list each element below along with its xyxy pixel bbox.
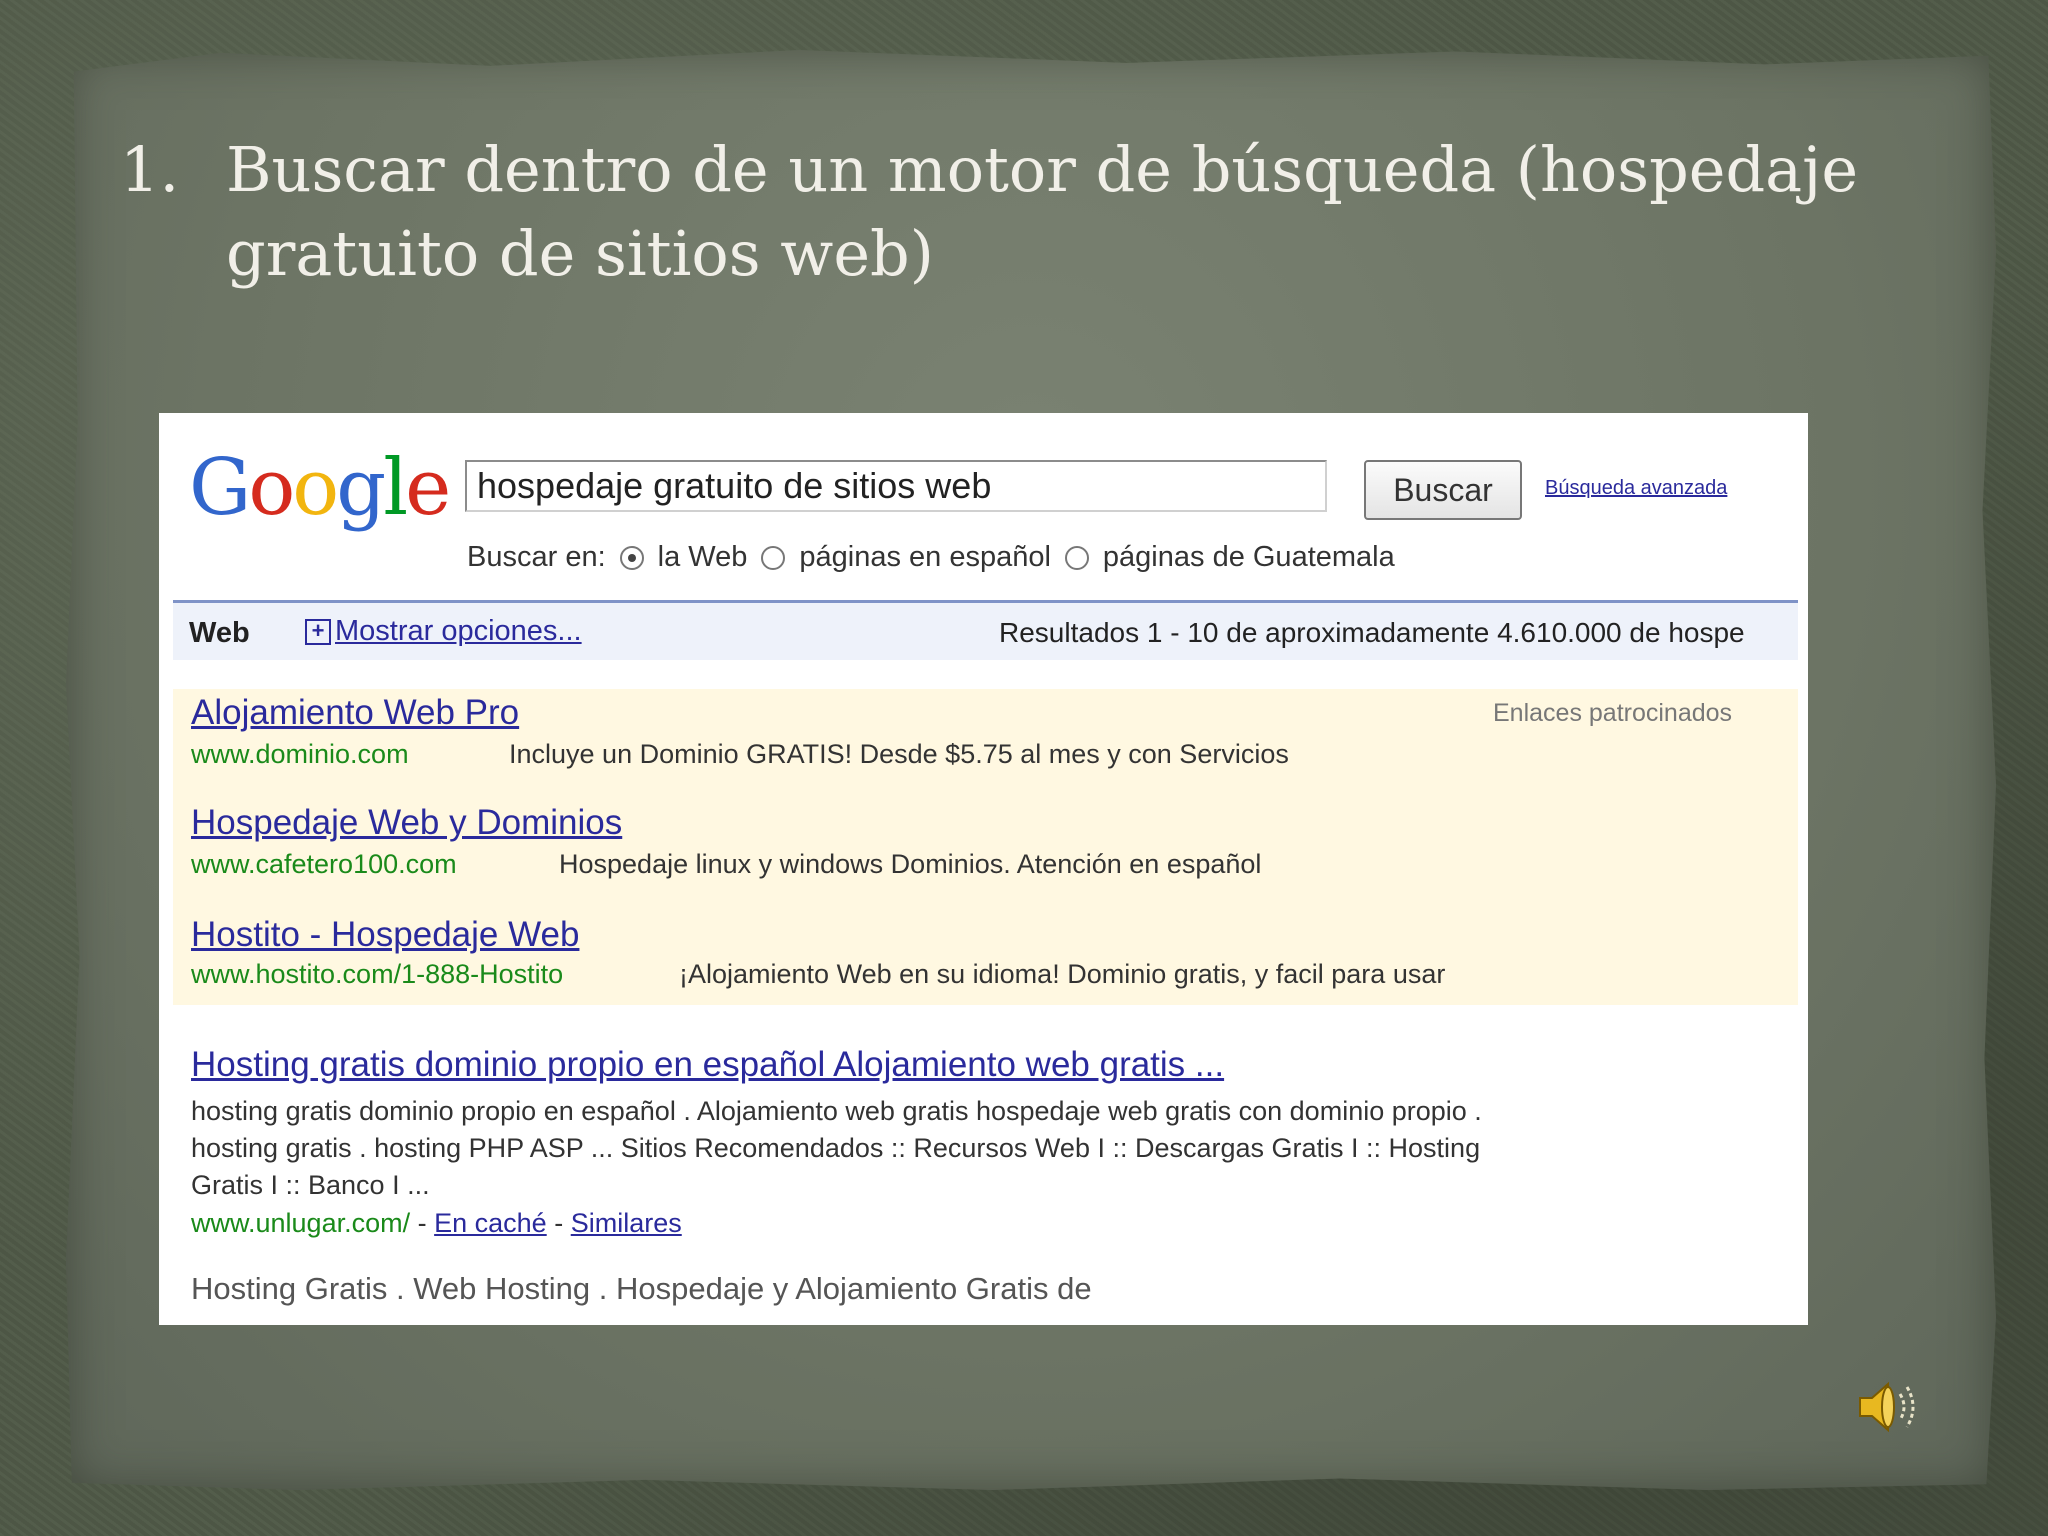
search-scope: Buscar en: la Web páginas en español pág… — [467, 541, 1395, 574]
results-stats: Resultados 1 - 10 de aproximadamente 4.6… — [999, 617, 1745, 648]
logo-letter: G — [189, 443, 251, 533]
radio-guatemala-pages[interactable] — [1064, 545, 1089, 570]
organic-result-url: www.unlugar.com/ — [191, 1208, 411, 1238]
ad-url: www.hostito.com/1-888-Hostito — [191, 959, 564, 989]
logo-letter: l — [383, 443, 408, 533]
tab-web[interactable]: Web — [189, 617, 250, 650]
radio-web-label: la Web — [657, 541, 748, 573]
search-scope-label: Buscar en: — [467, 541, 606, 573]
similar-link[interactable]: Similares — [571, 1208, 682, 1238]
organic-result-title[interactable]: Hosting Gratis . Web Hosting . Hospedaje… — [191, 1271, 1092, 1307]
google-logo: Google — [189, 448, 451, 528]
ad-title[interactable]: Alojamiento Web Pro — [191, 693, 519, 733]
slide-title: 1. Buscar dentro de un motor de búsqueda… — [120, 128, 1940, 296]
slide-title-number: 1. — [120, 133, 180, 206]
cached-link[interactable]: En caché — [434, 1208, 547, 1238]
show-options-label: Mostrar opciones... — [335, 615, 582, 647]
radio-guatemala-pages-label: páginas de Guatemala — [1102, 541, 1395, 573]
search-button[interactable]: Buscar — [1364, 460, 1522, 520]
results-bar: Web + Mostrar opciones... Resultados 1 - … — [173, 600, 1798, 660]
show-options-link[interactable]: + Mostrar opciones... — [305, 615, 582, 648]
ad-title[interactable]: Hostito - Hospedaje Web — [191, 915, 579, 955]
speaker-icon[interactable] — [1852, 1372, 1922, 1442]
ad-description: Incluye un Dominio GRATIS! Desde $5.75 a… — [509, 739, 1289, 769]
meta-separator: - — [417, 1208, 435, 1238]
meta-separator: - — [554, 1208, 571, 1238]
radio-web[interactable] — [619, 545, 644, 570]
advanced-search-link[interactable]: Búsqueda avanzada — [1545, 477, 1727, 500]
logo-letter: o — [292, 443, 339, 533]
organic-result-meta: www.unlugar.com/ - En caché - Similares — [191, 1205, 1511, 1242]
radio-spanish-pages[interactable] — [761, 545, 786, 570]
google-search-screenshot: Google Buscar Búsqueda avanzada Buscar e… — [159, 413, 1808, 1325]
ad-description: ¡Alojamiento Web en su idioma! Dominio g… — [679, 959, 1446, 989]
slide-title-text: Buscar dentro de un motor de búsqueda (h… — [226, 133, 1859, 290]
ad-description: Hospedaje linux y windows Dominios. Aten… — [559, 849, 1262, 879]
plus-icon: + — [305, 619, 331, 646]
ad-url: www.cafetero100.com — [191, 849, 457, 879]
logo-letter: e — [405, 443, 451, 533]
logo-letter: g — [336, 443, 386, 533]
organic-result-title[interactable]: Hosting gratis dominio propio en español… — [191, 1045, 1224, 1085]
sponsored-label: Enlaces patrocinados — [1493, 699, 1733, 727]
search-input[interactable] — [465, 460, 1327, 512]
ad-title[interactable]: Hospedaje Web y Dominios — [191, 803, 622, 843]
logo-letter: o — [248, 443, 295, 533]
ad-url: www.dominio.com — [191, 739, 409, 769]
sponsored-links: Enlaces patrocinados Alojamiento Web Pro… — [173, 689, 1798, 1005]
organic-result-snippet: hosting gratis dominio propio en español… — [191, 1096, 1482, 1200]
radio-spanish-pages-label: páginas en español — [799, 541, 1051, 573]
